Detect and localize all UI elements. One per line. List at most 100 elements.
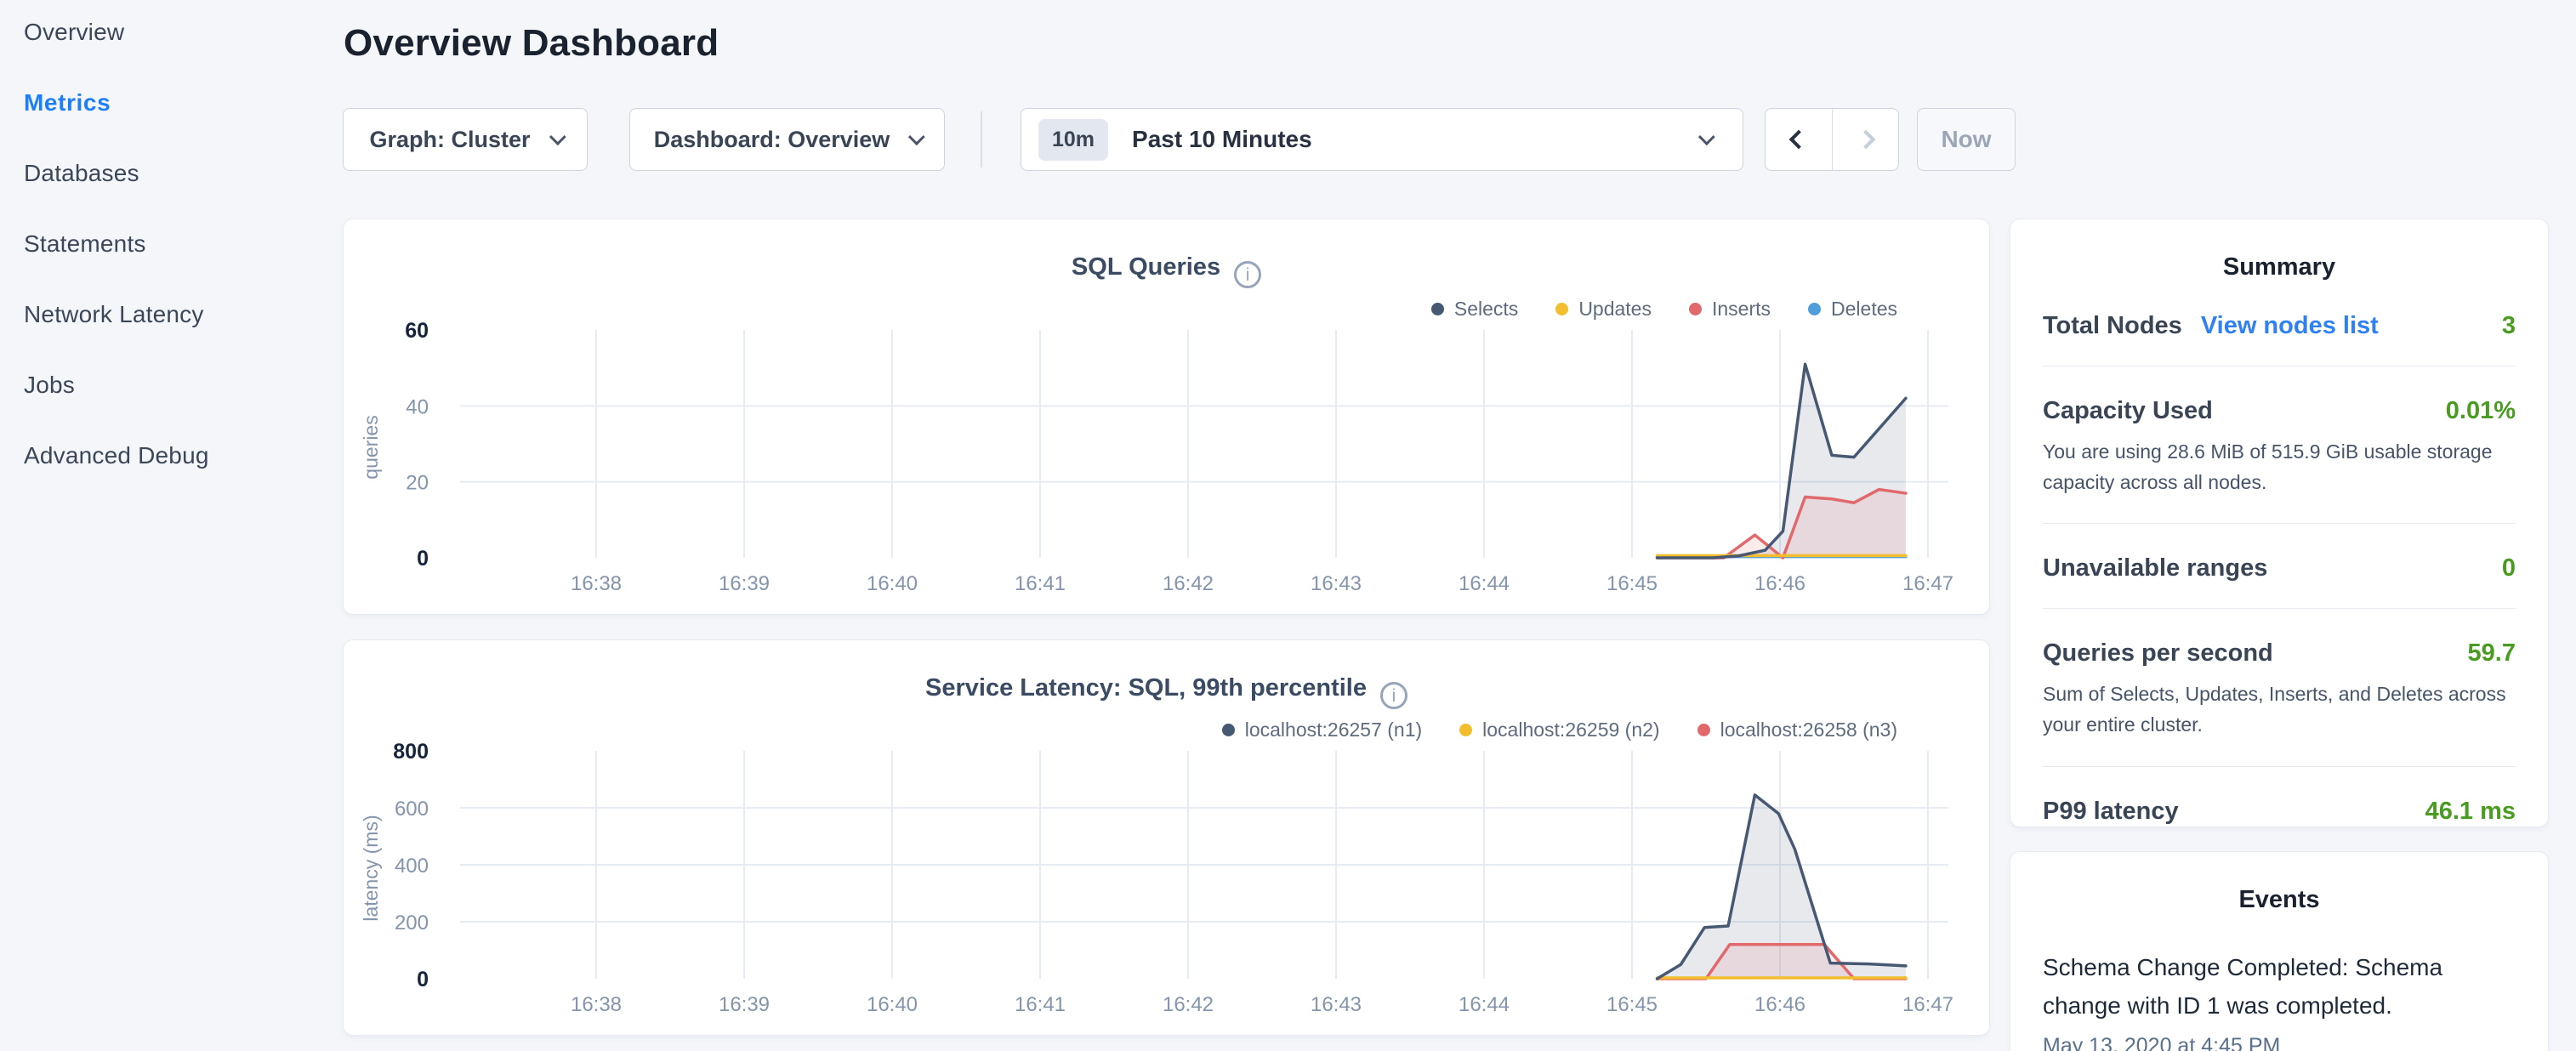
svg-text:16:39: 16:39 [719, 572, 770, 595]
legend-label: localhost:26258 (n3) [1720, 719, 1897, 741]
sidebar-item-statements[interactable]: Statements [24, 230, 209, 258]
svg-text:600: 600 [395, 798, 429, 821]
sidebar-item-advanced-debug[interactable]: Advanced Debug [24, 442, 209, 469]
legend-dot-icon [1689, 303, 1702, 315]
svg-text:0: 0 [417, 968, 429, 991]
svg-text:16:39: 16:39 [719, 993, 770, 1016]
summary-row-capacity-used: Capacity Used 0.01% [2043, 397, 2516, 425]
svg-text:latency (ms): latency (ms) [360, 815, 382, 921]
svg-text:800: 800 [393, 741, 429, 764]
svg-text:16:43: 16:43 [1311, 993, 1362, 1016]
summary-row-p99-latency: P99 latency 46.1 ms [2043, 798, 2516, 826]
chevron-left-icon [1789, 130, 1809, 150]
legend-item: localhost:26259 (n2) [1459, 719, 1659, 741]
view-nodes-list-link[interactable]: View nodes list [2201, 312, 2379, 340]
legend-item: Selects [1431, 298, 1518, 321]
divider [2043, 523, 2516, 524]
sidebar: Overview Metrics Databases Statements Ne… [24, 19, 209, 469]
legend-item: localhost:26258 (n3) [1697, 719, 1897, 741]
legend-dot-icon [1555, 303, 1568, 315]
svg-text:16:43: 16:43 [1311, 572, 1362, 595]
summary-panel: Summary Total Nodes View nodes list 3 Ca… [2010, 219, 2549, 827]
summary-row-value: 46.1 ms [2425, 798, 2516, 826]
svg-text:16:47: 16:47 [1902, 572, 1953, 595]
sidebar-item-metrics[interactable]: Metrics [24, 89, 209, 116]
svg-text:40: 40 [406, 395, 429, 418]
event-message[interactable]: Schema Change Completed: Schema change w… [2043, 948, 2459, 1025]
summary-row-label: Unavailable ranges [2043, 554, 2267, 582]
svg-text:20: 20 [406, 472, 429, 495]
svg-text:16:41: 16:41 [1015, 993, 1066, 1016]
summary-row-unavailable-ranges: Unavailable ranges 0 [2043, 554, 2516, 582]
time-step-forward-button[interactable] [1832, 109, 1898, 170]
summary-row-total-nodes: Total Nodes View nodes list 3 [2043, 312, 2516, 340]
legend-item: localhost:26257 (n1) [1222, 719, 1422, 741]
chart-title: SQL Queriesi [344, 253, 1989, 288]
svg-text:16:40: 16:40 [867, 993, 918, 1016]
sidebar-item-databases[interactable]: Databases [24, 160, 209, 187]
svg-text:16:46: 16:46 [1754, 572, 1805, 595]
chart-legend: localhost:26257 (n1) localhost:26259 (n2)… [1222, 719, 1897, 741]
sidebar-item-jobs[interactable]: Jobs [24, 372, 209, 399]
time-range-badge: 10m [1038, 119, 1108, 161]
summary-row-value: 0 [2502, 554, 2516, 582]
sql-queries-chart-card: SQL Queriesi Selects Updates Inserts Delete… [343, 219, 1990, 615]
dashboard-label: Dashboard: Overview [654, 127, 890, 153]
svg-text:16:40: 16:40 [867, 572, 918, 595]
svg-text:16:47: 16:47 [1902, 993, 1953, 1016]
chart-legend: Selects Updates Inserts Deletes [1431, 298, 1897, 321]
svg-text:200: 200 [395, 912, 429, 935]
sql-queries-plot: 16:3816:3916:4016:4116:4216:4316:4416:45… [344, 320, 1991, 609]
legend-label: Inserts [1712, 298, 1771, 321]
event-timestamp: May 13, 2020 at 4:45 PM [2043, 1034, 2516, 1051]
svg-text:16:46: 16:46 [1754, 993, 1805, 1016]
summary-row-label: Total Nodes [2043, 312, 2182, 340]
page-title: Overview Dashboard [344, 22, 719, 65]
svg-text:16:44: 16:44 [1459, 572, 1510, 595]
legend-dot-icon [1459, 724, 1472, 736]
legend-item: Updates [1555, 298, 1652, 321]
summary-row-value: 59.7 [2468, 639, 2516, 668]
now-button[interactable]: Now [1917, 108, 2016, 171]
info-icon[interactable]: i [1380, 682, 1407, 709]
chart-title-text: Service Latency: SQL, 99th percentile [925, 674, 1367, 702]
dashboard-dropdown[interactable]: Dashboard: Overview [629, 108, 945, 171]
svg-text:16:38: 16:38 [571, 572, 622, 595]
svg-text:16:45: 16:45 [1606, 993, 1658, 1016]
service-latency-plot: 16:3816:3916:4016:4116:4216:4316:4416:45… [344, 741, 1991, 1030]
legend-item: Deletes [1808, 298, 1897, 321]
summary-row-label: Capacity Used [2043, 397, 2213, 425]
events-panel: Events Schema Change Completed: Schema c… [2010, 851, 2549, 1051]
legend-label: Selects [1454, 298, 1518, 321]
svg-text:16:38: 16:38 [571, 993, 622, 1016]
legend-label: localhost:26257 (n1) [1245, 719, 1422, 741]
svg-text:16:41: 16:41 [1015, 572, 1066, 595]
info-icon[interactable]: i [1234, 261, 1261, 288]
legend-label: Updates [1578, 298, 1652, 321]
chevron-down-icon [549, 128, 566, 145]
service-latency-chart-card: Service Latency: SQL, 99th percentile i l… [343, 639, 1990, 1036]
legend-label: Deletes [1831, 298, 1897, 321]
chevron-right-icon [1856, 130, 1875, 150]
summary-title: Summary [2043, 253, 2516, 281]
summary-row-value: 3 [2502, 312, 2516, 340]
time-range-selector[interactable]: 10m Past 10 Minutes [1021, 108, 1743, 171]
legend-dot-icon [1697, 724, 1710, 736]
svg-text:60: 60 [405, 320, 429, 343]
summary-row-description: Sum of Selects, Updates, Inserts, and De… [2043, 679, 2516, 740]
sidebar-item-network-latency[interactable]: Network Latency [24, 301, 209, 328]
svg-text:16:45: 16:45 [1606, 572, 1658, 595]
time-step-buttons [1765, 108, 1899, 171]
divider [2043, 766, 2516, 767]
graph-scope-label: Graph: Cluster [369, 127, 530, 153]
summary-row-value: 0.01% [2446, 397, 2516, 425]
time-step-back-button[interactable] [1766, 109, 1832, 170]
svg-text:0: 0 [417, 547, 429, 571]
legend-dot-icon [1431, 303, 1444, 315]
sidebar-item-overview[interactable]: Overview [24, 19, 209, 46]
legend-item: Inserts [1689, 298, 1771, 321]
graph-scope-dropdown[interactable]: Graph: Cluster [343, 108, 588, 171]
controls-bar: Graph: Cluster Dashboard: Overview 10m P… [343, 108, 2016, 171]
legend-label: localhost:26259 (n2) [1482, 719, 1659, 741]
svg-text:16:42: 16:42 [1163, 993, 1214, 1016]
